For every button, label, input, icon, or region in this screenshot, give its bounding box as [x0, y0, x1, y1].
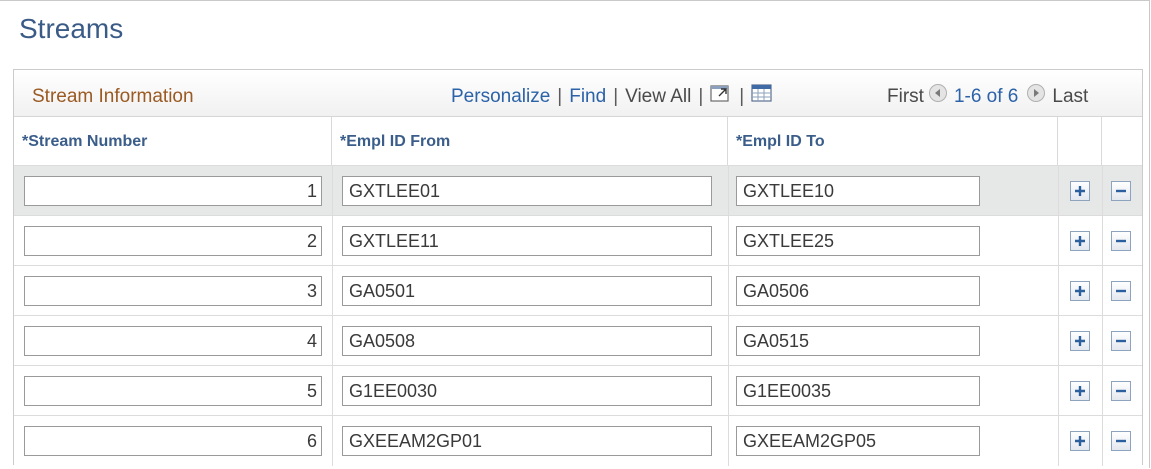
- toolbar-separator: |: [739, 86, 745, 107]
- table-row: 6 GXEEAM2GP01 GXEEAM2GP05: [14, 415, 1142, 466]
- empl-id-to-field[interactable]: G1EE0035: [736, 376, 980, 406]
- delete-row-icon[interactable]: [1111, 281, 1131, 301]
- delete-row-icon[interactable]: [1111, 431, 1131, 451]
- grid-header: Stream Information Personalize | Find | …: [14, 70, 1142, 117]
- column-header-stream-number: *Stream Number: [14, 117, 332, 165]
- next-circle-icon[interactable]: [1026, 83, 1046, 103]
- empl-id-from-field[interactable]: GA0508: [342, 326, 712, 356]
- toolbar-separator: |: [613, 86, 619, 107]
- stream-number-field[interactable]: 6: [24, 426, 322, 456]
- add-row-icon[interactable]: [1070, 281, 1090, 301]
- column-header-delete: [1102, 117, 1142, 165]
- delete-row-icon[interactable]: [1111, 231, 1131, 251]
- view-all-link[interactable]: View All: [625, 86, 691, 108]
- stream-number-field[interactable]: 1: [24, 176, 322, 206]
- column-header-empl-id-from: *Empl ID From: [332, 117, 728, 165]
- empl-id-to-field[interactable]: GA0506: [736, 276, 980, 306]
- empl-id-from-field[interactable]: GXTLEE11: [342, 226, 712, 256]
- pager-first[interactable]: First: [887, 86, 924, 108]
- table-row: 5 G1EE0030 G1EE0035: [14, 365, 1142, 416]
- add-row-icon[interactable]: [1070, 231, 1090, 251]
- empl-id-to-field[interactable]: GXTLEE10: [736, 176, 980, 206]
- pager: First 1-6 of 6 Last: [887, 83, 1088, 108]
- pager-last[interactable]: Last: [1052, 86, 1088, 108]
- empl-id-from-field[interactable]: G1EE0030: [342, 376, 712, 406]
- table-row: 2 GXTLEE11 GXTLEE25: [14, 215, 1142, 266]
- add-row-icon[interactable]: [1070, 381, 1090, 401]
- grid-toolbar: Personalize | Find | View All | |: [451, 83, 773, 108]
- pager-range: 1-6 of 6: [953, 86, 1019, 107]
- column-header-empl-id-to: *Empl ID To: [728, 117, 1058, 165]
- column-header-add: [1058, 117, 1102, 165]
- empl-id-from-field[interactable]: GXTLEE01: [342, 176, 712, 206]
- delete-row-icon[interactable]: [1111, 381, 1131, 401]
- add-row-icon[interactable]: [1070, 181, 1090, 201]
- empl-id-to-field[interactable]: GA0515: [736, 326, 980, 356]
- empl-id-to-field[interactable]: GXEEAM2GP05: [736, 426, 980, 456]
- new-window-icon[interactable]: [710, 83, 732, 103]
- empl-id-from-field[interactable]: GA0501: [342, 276, 712, 306]
- spreadsheet-icon[interactable]: [751, 83, 773, 103]
- previous-circle-icon[interactable]: [928, 83, 948, 103]
- stream-number-field[interactable]: 2: [24, 226, 322, 256]
- table-row: 4 GA0508 GA0515: [14, 315, 1142, 366]
- empl-id-from-field[interactable]: GXEEAM2GP01: [342, 426, 712, 456]
- find-link[interactable]: Find: [569, 86, 606, 108]
- add-row-icon[interactable]: [1070, 331, 1090, 351]
- empl-id-to-field[interactable]: GXTLEE25: [736, 226, 980, 256]
- personalize-link[interactable]: Personalize: [451, 86, 550, 108]
- delete-row-icon[interactable]: [1111, 331, 1131, 351]
- stream-information-grid: Stream Information Personalize | Find | …: [13, 69, 1143, 466]
- toolbar-separator: |: [698, 86, 704, 107]
- table-row: 3 GA0501 GA0506: [14, 265, 1142, 316]
- delete-row-icon[interactable]: [1111, 181, 1131, 201]
- toolbar-separator: |: [557, 86, 563, 107]
- page-title: Streams: [19, 13, 124, 44]
- add-row-icon[interactable]: [1070, 431, 1090, 451]
- table-row: 1 GXTLEE01 GXTLEE10: [14, 165, 1142, 216]
- stream-number-field[interactable]: 4: [24, 326, 322, 356]
- stream-number-field[interactable]: 5: [24, 376, 322, 406]
- grid-title: Stream Information: [32, 86, 194, 107]
- stream-number-field[interactable]: 3: [24, 276, 322, 306]
